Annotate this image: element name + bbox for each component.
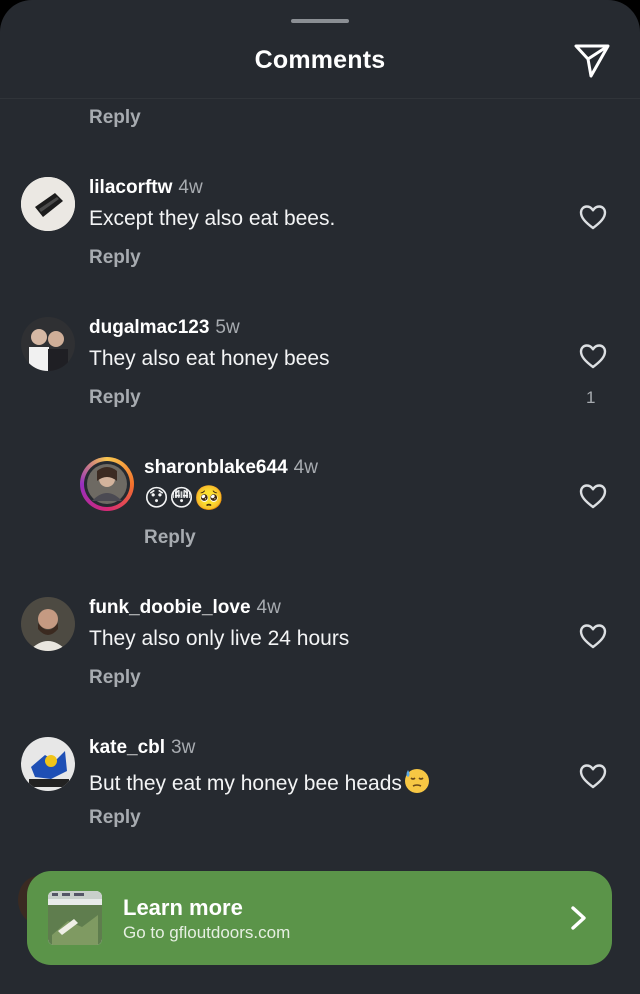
username[interactable]: lilacorftw	[89, 177, 172, 198]
comment-text: 😯😳🥺	[144, 485, 224, 512]
cta-subtitle: Go to gfloutdoors.com	[123, 923, 291, 942]
reply-button[interactable]: Reply	[89, 247, 141, 269]
comment-meta: kate_cbl 3w	[89, 737, 195, 759]
drag-handle[interactable]	[291, 19, 349, 23]
avatar[interactable]	[21, 177, 75, 231]
avatar[interactable]	[21, 597, 75, 651]
username[interactable]: sharonblake644	[144, 457, 288, 478]
username[interactable]: funk_doobie_love	[89, 597, 251, 618]
comment-text-content: But they eat my honey bee heads	[89, 772, 402, 795]
comment-text: Except they also eat bees.	[89, 207, 336, 230]
comment-time: 4w	[293, 457, 318, 478]
page-title: Comments	[254, 46, 386, 74]
avatar[interactable]	[21, 737, 75, 791]
like-count: 1	[586, 388, 596, 407]
comment-text: But they eat my honey bee heads	[89, 767, 431, 801]
heart-icon[interactable]	[578, 761, 608, 791]
avatar[interactable]	[21, 317, 75, 371]
comment-meta: dugalmac123 5w	[89, 317, 240, 339]
reply-button[interactable]: Reply	[89, 387, 141, 409]
comment-time: 4w	[178, 177, 203, 198]
avatar[interactable]	[80, 457, 134, 511]
comment-meta: lilacorftw 4w	[89, 177, 203, 199]
comment-meta: sharonblake644 4w	[144, 457, 318, 479]
comment-time: 5w	[215, 317, 240, 338]
comments-sheet: Comments Reply lilacorftw 4w Except they …	[0, 0, 640, 994]
reply-button[interactable]: Reply	[89, 107, 141, 129]
heart-icon[interactable]	[578, 481, 608, 511]
comment-meta: funk_doobie_love 4w	[89, 597, 281, 619]
heart-icon[interactable]	[578, 341, 608, 371]
learn-more-banner[interactable]: Learn more Go to gfloutdoors.com	[27, 871, 612, 965]
username[interactable]: kate_cbl	[89, 737, 165, 758]
comment-time: 4w	[256, 597, 281, 618]
ad-thumbnail	[48, 891, 102, 945]
heart-icon[interactable]	[578, 202, 608, 232]
reply-button[interactable]: Reply	[89, 807, 141, 829]
send-icon[interactable]	[572, 40, 612, 80]
heart-icon[interactable]	[578, 621, 608, 651]
chevron-right-icon[interactable]	[565, 903, 593, 933]
comment-time: 3w	[171, 737, 196, 758]
username[interactable]: dugalmac123	[89, 317, 209, 338]
comment-text: They also only live 24 hours	[89, 627, 350, 650]
downcast-sweat-emoji	[403, 767, 431, 801]
header-divider	[0, 98, 640, 99]
cta-title: Learn more	[123, 895, 243, 920]
reply-button[interactable]: Reply	[89, 667, 141, 689]
reply-button[interactable]: Reply	[144, 527, 196, 549]
comment-text: They also eat honey bees	[89, 347, 330, 370]
